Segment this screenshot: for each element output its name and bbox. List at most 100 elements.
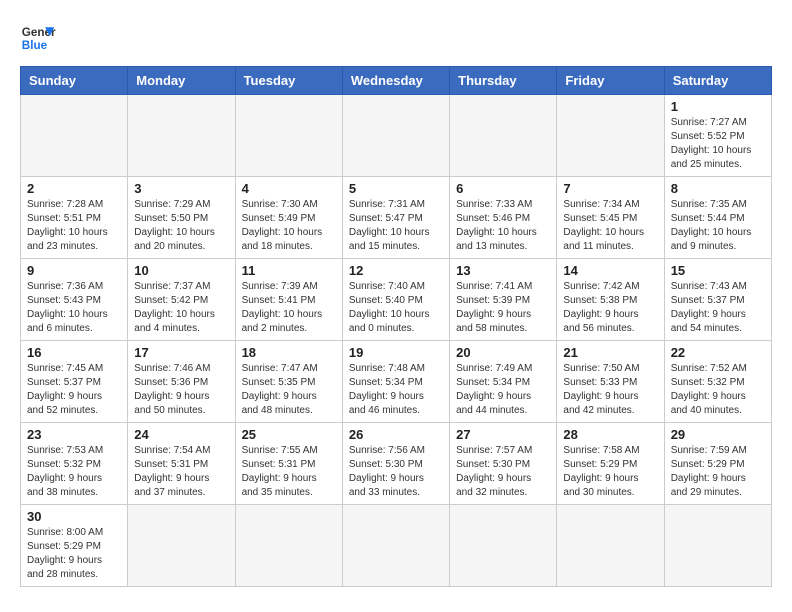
day-info: Sunrise: 7:41 AM Sunset: 5:39 PM Dayligh… bbox=[456, 280, 550, 336]
day-info: Sunrise: 7:58 AM Sunset: 5:29 PM Dayligh… bbox=[563, 444, 657, 500]
calendar-day-cell: 5 Sunrise: 7:31 AM Sunset: 5:47 PM Daylig… bbox=[342, 177, 449, 259]
day-info: Sunrise: 7:48 AM Sunset: 5:34 PM Dayligh… bbox=[349, 362, 443, 418]
day-number: 16 bbox=[27, 345, 121, 360]
day-info: Sunrise: 7:35 AM Sunset: 5:44 PM Dayligh… bbox=[671, 198, 765, 254]
weekday-header: Tuesday bbox=[235, 67, 342, 95]
calendar-day-cell: 14Sunrise: 7:42 AM Sunset: 5:38 PM Dayli… bbox=[557, 259, 664, 341]
calendar-day-cell: 3 Sunrise: 7:29 AM Sunset: 5:50 PM Daylig… bbox=[128, 177, 235, 259]
day-info: Sunrise: 7:55 AM Sunset: 5:31 PM Dayligh… bbox=[242, 444, 336, 500]
day-number: 7 bbox=[563, 181, 657, 196]
day-info: Sunrise: 7:52 AM Sunset: 5:32 PM Dayligh… bbox=[671, 362, 765, 418]
logo-icon: General Blue bbox=[20, 20, 56, 56]
calendar-day-cell: 30 Sunrise: 8:00 AM Sunset: 5:29 PM Dayli… bbox=[21, 505, 128, 587]
day-info: Sunrise: 7:47 AM Sunset: 5:35 PM Dayligh… bbox=[242, 362, 336, 418]
day-info: Sunrise: 7:30 AM Sunset: 5:49 PM Dayligh… bbox=[242, 198, 336, 254]
calendar-day-cell: 1 Sunrise: 7:27 AM Sunset: 5:52 PM Daylig… bbox=[664, 95, 771, 177]
calendar-day-cell bbox=[128, 505, 235, 587]
day-number: 29 bbox=[671, 427, 765, 442]
day-number: 11 bbox=[242, 263, 336, 278]
calendar-day-cell bbox=[342, 505, 449, 587]
calendar-day-cell bbox=[450, 95, 557, 177]
calendar-week-row: 2 Sunrise: 7:28 AM Sunset: 5:51 PM Daylig… bbox=[21, 177, 772, 259]
logo: General Blue bbox=[20, 20, 56, 56]
weekday-header: Wednesday bbox=[342, 67, 449, 95]
calendar-day-cell: 7 Sunrise: 7:34 AM Sunset: 5:45 PM Daylig… bbox=[557, 177, 664, 259]
calendar-day-cell bbox=[342, 95, 449, 177]
day-info: Sunrise: 7:42 AM Sunset: 5:38 PM Dayligh… bbox=[563, 280, 657, 336]
day-number: 12 bbox=[349, 263, 443, 278]
day-number: 26 bbox=[349, 427, 443, 442]
calendar-day-cell: 9 Sunrise: 7:36 AM Sunset: 5:43 PM Daylig… bbox=[21, 259, 128, 341]
day-number: 21 bbox=[563, 345, 657, 360]
day-number: 19 bbox=[349, 345, 443, 360]
day-info: Sunrise: 7:57 AM Sunset: 5:30 PM Dayligh… bbox=[456, 444, 550, 500]
day-info: Sunrise: 7:53 AM Sunset: 5:32 PM Dayligh… bbox=[27, 444, 121, 500]
page-header: General Blue bbox=[20, 20, 772, 56]
calendar-day-cell bbox=[450, 505, 557, 587]
day-info: Sunrise: 7:31 AM Sunset: 5:47 PM Dayligh… bbox=[349, 198, 443, 254]
day-number: 1 bbox=[671, 99, 765, 114]
weekday-header: Sunday bbox=[21, 67, 128, 95]
calendar-day-cell: 20Sunrise: 7:49 AM Sunset: 5:34 PM Dayli… bbox=[450, 341, 557, 423]
calendar-week-row: 23 Sunrise: 7:53 AM Sunset: 5:32 PM Dayli… bbox=[21, 423, 772, 505]
calendar-day-cell: 18 Sunrise: 7:47 AM Sunset: 5:35 PM Dayli… bbox=[235, 341, 342, 423]
calendar-day-cell bbox=[128, 95, 235, 177]
calendar-day-cell: 19 Sunrise: 7:48 AM Sunset: 5:34 PM Dayli… bbox=[342, 341, 449, 423]
day-number: 3 bbox=[134, 181, 228, 196]
weekday-header: Friday bbox=[557, 67, 664, 95]
calendar-week-row: 16 Sunrise: 7:45 AM Sunset: 5:37 PM Dayli… bbox=[21, 341, 772, 423]
day-info: Sunrise: 7:59 AM Sunset: 5:29 PM Dayligh… bbox=[671, 444, 765, 500]
calendar-day-cell bbox=[557, 505, 664, 587]
day-number: 10 bbox=[134, 263, 228, 278]
calendar-day-cell: 28 Sunrise: 7:58 AM Sunset: 5:29 PM Dayli… bbox=[557, 423, 664, 505]
calendar-day-cell: 15 Sunrise: 7:43 AM Sunset: 5:37 PM Dayli… bbox=[664, 259, 771, 341]
calendar-day-cell: 24 Sunrise: 7:54 AM Sunset: 5:31 PM Dayli… bbox=[128, 423, 235, 505]
day-number: 9 bbox=[27, 263, 121, 278]
calendar-day-cell: 27 Sunrise: 7:57 AM Sunset: 5:30 PM Dayli… bbox=[450, 423, 557, 505]
day-info: Sunrise: 7:50 AM Sunset: 5:33 PM Dayligh… bbox=[563, 362, 657, 418]
day-info: Sunrise: 7:43 AM Sunset: 5:37 PM Dayligh… bbox=[671, 280, 765, 336]
day-number: 30 bbox=[27, 509, 121, 524]
calendar-day-cell: 13Sunrise: 7:41 AM Sunset: 5:39 PM Dayli… bbox=[450, 259, 557, 341]
weekday-header: Monday bbox=[128, 67, 235, 95]
day-info: Sunrise: 7:29 AM Sunset: 5:50 PM Dayligh… bbox=[134, 198, 228, 254]
day-info: Sunrise: 7:39 AM Sunset: 5:41 PM Dayligh… bbox=[242, 280, 336, 336]
day-number: 2 bbox=[27, 181, 121, 196]
day-info: Sunrise: 7:49 AM Sunset: 5:34 PM Dayligh… bbox=[456, 362, 550, 418]
day-number: 15 bbox=[671, 263, 765, 278]
day-number: 28 bbox=[563, 427, 657, 442]
day-info: Sunrise: 7:34 AM Sunset: 5:45 PM Dayligh… bbox=[563, 198, 657, 254]
day-info: Sunrise: 7:45 AM Sunset: 5:37 PM Dayligh… bbox=[27, 362, 121, 418]
calendar-day-cell: 10 Sunrise: 7:37 AM Sunset: 5:42 PM Dayli… bbox=[128, 259, 235, 341]
day-number: 18 bbox=[242, 345, 336, 360]
day-number: 23 bbox=[27, 427, 121, 442]
calendar-day-cell: 23 Sunrise: 7:53 AM Sunset: 5:32 PM Dayli… bbox=[21, 423, 128, 505]
day-info: Sunrise: 7:54 AM Sunset: 5:31 PM Dayligh… bbox=[134, 444, 228, 500]
calendar-day-cell bbox=[235, 95, 342, 177]
calendar-day-cell bbox=[664, 505, 771, 587]
day-number: 27 bbox=[456, 427, 550, 442]
calendar-day-cell: 6Sunrise: 7:33 AM Sunset: 5:46 PM Daylig… bbox=[450, 177, 557, 259]
calendar-day-cell: 29 Sunrise: 7:59 AM Sunset: 5:29 PM Dayli… bbox=[664, 423, 771, 505]
day-number: 8 bbox=[671, 181, 765, 196]
weekday-header: Saturday bbox=[664, 67, 771, 95]
day-info: Sunrise: 7:56 AM Sunset: 5:30 PM Dayligh… bbox=[349, 444, 443, 500]
day-number: 17 bbox=[134, 345, 228, 360]
day-number: 24 bbox=[134, 427, 228, 442]
calendar-week-row: 1 Sunrise: 7:27 AM Sunset: 5:52 PM Daylig… bbox=[21, 95, 772, 177]
day-number: 5 bbox=[349, 181, 443, 196]
calendar-header-row: SundayMondayTuesdayWednesdayThursdayFrid… bbox=[21, 67, 772, 95]
calendar-day-cell: 22Sunrise: 7:52 AM Sunset: 5:32 PM Dayli… bbox=[664, 341, 771, 423]
calendar-week-row: 9 Sunrise: 7:36 AM Sunset: 5:43 PM Daylig… bbox=[21, 259, 772, 341]
day-info: Sunrise: 8:00 AM Sunset: 5:29 PM Dayligh… bbox=[27, 526, 121, 582]
calendar-day-cell: 25Sunrise: 7:55 AM Sunset: 5:31 PM Dayli… bbox=[235, 423, 342, 505]
calendar-day-cell: 26 Sunrise: 7:56 AM Sunset: 5:30 PM Dayli… bbox=[342, 423, 449, 505]
svg-text:Blue: Blue bbox=[22, 39, 48, 52]
day-info: Sunrise: 7:28 AM Sunset: 5:51 PM Dayligh… bbox=[27, 198, 121, 254]
day-info: Sunrise: 7:40 AM Sunset: 5:40 PM Dayligh… bbox=[349, 280, 443, 336]
day-info: Sunrise: 7:37 AM Sunset: 5:42 PM Dayligh… bbox=[134, 280, 228, 336]
day-info: Sunrise: 7:27 AM Sunset: 5:52 PM Dayligh… bbox=[671, 116, 765, 172]
day-info: Sunrise: 7:36 AM Sunset: 5:43 PM Dayligh… bbox=[27, 280, 121, 336]
day-number: 6 bbox=[456, 181, 550, 196]
calendar-day-cell: 8 Sunrise: 7:35 AM Sunset: 5:44 PM Daylig… bbox=[664, 177, 771, 259]
